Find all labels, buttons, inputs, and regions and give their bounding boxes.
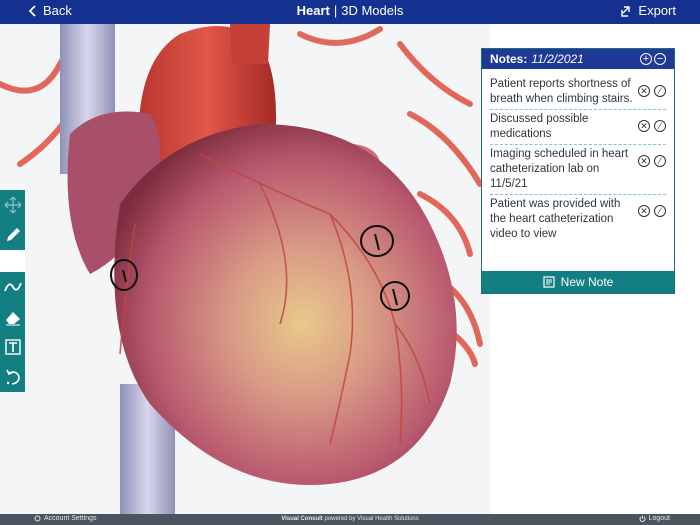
eraser-tool[interactable]	[0, 302, 25, 332]
power-icon	[639, 515, 646, 522]
logout-link[interactable]: Logout	[639, 515, 670, 522]
pencil-tool[interactable]	[0, 220, 25, 250]
edit-note-icon[interactable]: ⁄	[654, 155, 666, 167]
new-note-label: New Note	[560, 275, 614, 289]
zoom-out-icon[interactable]: −	[654, 53, 666, 65]
top-bar: Back Heart | 3D Models Export	[0, 0, 700, 24]
title-separator: |	[333, 3, 338, 18]
note-actions: ✕ ⁄	[638, 112, 666, 132]
model-viewer[interactable]	[0, 24, 490, 514]
note-text: Patient was provided with the heart cath…	[490, 198, 621, 240]
edit-note-icon[interactable]: ⁄	[654, 205, 666, 217]
notes-panel: Notes: 11/2/2021 + − Patient reports sho…	[481, 48, 675, 294]
note-list: Patient reports shortness of breath when…	[482, 69, 674, 244]
notes-controls: + −	[640, 53, 666, 65]
export-button[interactable]: Export	[621, 3, 676, 18]
notes-date: 11/2/2021	[531, 52, 584, 66]
note-text: Patient reports shortness of breath when…	[490, 78, 633, 105]
delete-note-icon[interactable]: ✕	[638, 205, 650, 217]
note-actions: ✕ ⁄	[638, 197, 666, 217]
title-rest: 3D Models	[341, 3, 404, 18]
text-icon	[4, 339, 21, 355]
zoom-in-icon[interactable]: +	[640, 53, 652, 65]
text-tool[interactable]	[0, 332, 25, 362]
move-icon	[4, 196, 21, 214]
note-item[interactable]: Discussed possible medications ✕ ⁄	[490, 110, 666, 145]
logout-label: Logout	[648, 515, 670, 522]
move-tool[interactable]	[0, 190, 25, 220]
footer-bar: Account Settings Visual Consult powered …	[0, 514, 700, 525]
annotation-toolbar	[0, 190, 25, 392]
export-icon	[621, 5, 631, 17]
eraser-icon	[5, 312, 20, 326]
delete-note-icon[interactable]: ✕	[638, 85, 650, 97]
new-note-button[interactable]: New Note	[482, 271, 674, 293]
note-actions: ✕ ⁄	[638, 147, 666, 167]
freehand-tool[interactable]	[0, 272, 25, 302]
undo-icon	[5, 369, 20, 385]
notes-label: Notes:	[490, 52, 528, 66]
edit-note-icon[interactable]: ⁄	[654, 120, 666, 132]
export-label: Export	[638, 3, 676, 18]
pencil-icon	[6, 228, 20, 241]
note-item[interactable]: Imaging scheduled in heart catheterizati…	[490, 145, 666, 195]
brand-text: Visual Consult powered by Visual Health …	[0, 516, 700, 522]
delete-note-icon[interactable]: ✕	[638, 155, 650, 167]
note-text: Discussed possible medications	[490, 113, 589, 140]
notes-header: Notes: 11/2/2021 + −	[482, 49, 674, 69]
note-actions: ✕ ⁄	[638, 77, 666, 97]
note-item[interactable]: Patient was provided with the heart cath…	[490, 195, 666, 244]
heart-model-image	[0, 24, 490, 514]
undo-tool[interactable]	[0, 362, 25, 392]
delete-note-icon[interactable]: ✕	[638, 120, 650, 132]
note-item[interactable]: Patient reports shortness of breath when…	[490, 75, 666, 110]
title-bold: Heart	[296, 3, 330, 18]
freehand-icon	[3, 282, 22, 292]
new-note-icon	[543, 276, 555, 288]
toolbar-gap	[0, 250, 25, 272]
page-title: Heart | 3D Models	[0, 3, 700, 18]
brand-tagline: powered by Visual Health Solutions	[324, 516, 419, 522]
brand-name: Visual Consult	[281, 516, 323, 522]
note-text: Imaging scheduled in heart catheterizati…	[490, 148, 629, 190]
edit-note-icon[interactable]: ⁄	[654, 85, 666, 97]
